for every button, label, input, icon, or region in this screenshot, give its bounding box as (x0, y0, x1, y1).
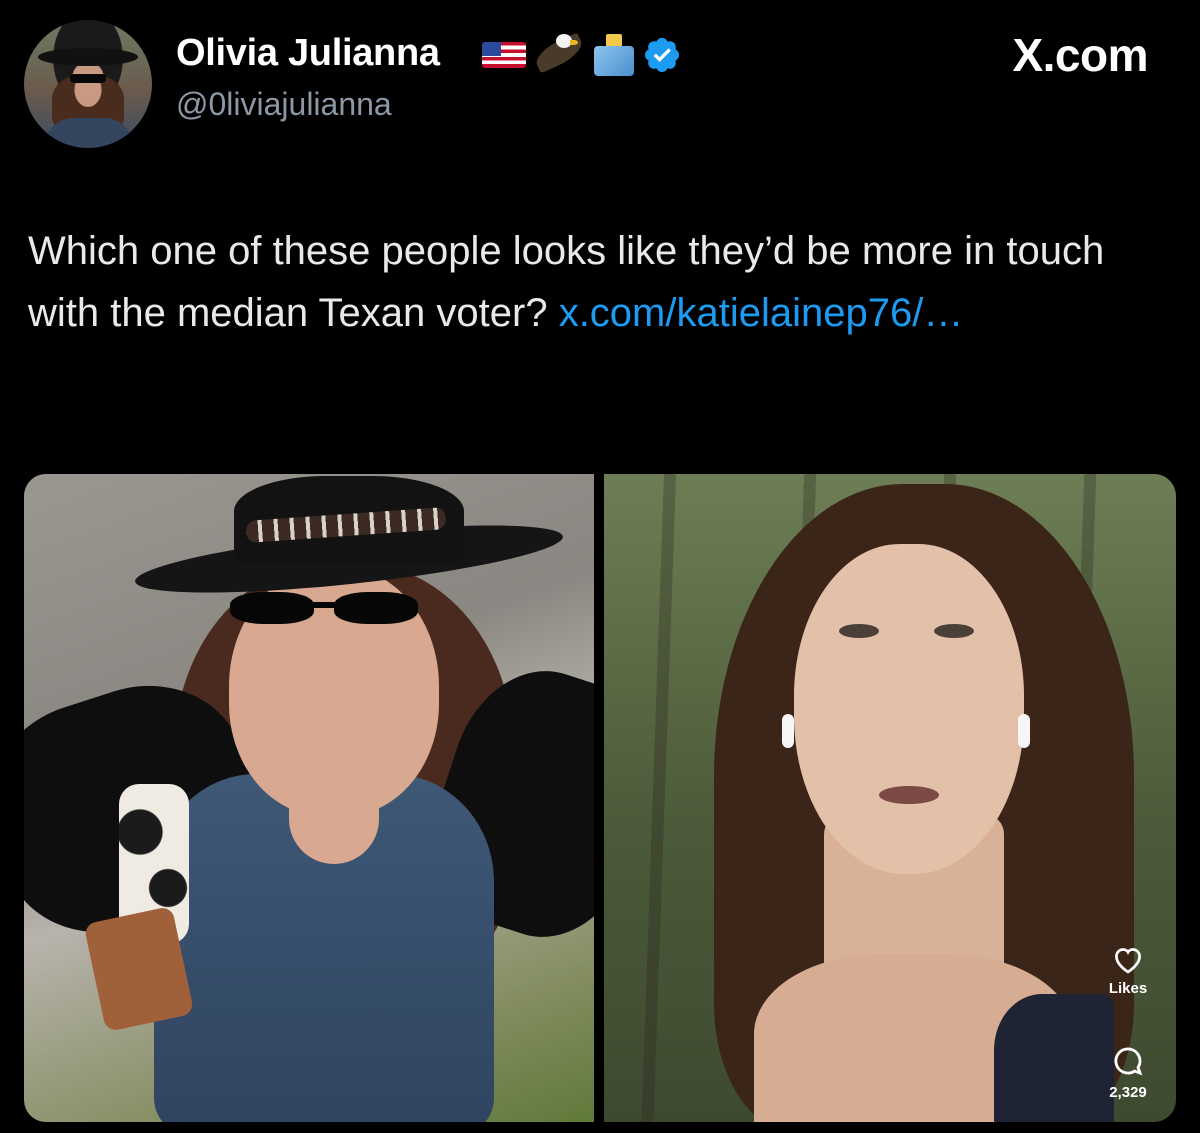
name-emojis (482, 32, 682, 78)
avatar[interactable] (24, 20, 152, 148)
verified-badge-icon (644, 37, 680, 73)
media-grid[interactable]: Likes 2,329 (24, 474, 1176, 1122)
right-photo[interactable]: Likes 2,329 (604, 474, 1176, 1122)
likes-button[interactable]: Likes (1098, 944, 1158, 997)
brand-watermark: X.com (1012, 29, 1148, 81)
display-name[interactable]: Olivia Julianna (176, 32, 440, 75)
tweet-screenshot: Olivia Julianna @0liviajulianna X.com Wh… (0, 0, 1200, 1133)
ballot-box-icon (592, 32, 636, 78)
avatar-glasses (70, 74, 106, 83)
avatar-hat (38, 48, 138, 66)
eagle-icon (531, 32, 587, 78)
likes-label: Likes (1108, 980, 1148, 997)
comment-icon (1114, 1047, 1143, 1076)
left-photo[interactable] (24, 474, 594, 1122)
tweet-text: Which one of these people looks like the… (28, 220, 1178, 344)
comments-count: 2,329 (1109, 1084, 1147, 1101)
heart-icon (1115, 948, 1141, 974)
comments-button[interactable]: 2,329 (1098, 1044, 1158, 1101)
tweet-link[interactable]: x.com/katielainep76/… (559, 291, 964, 335)
flag-us-icon (482, 42, 526, 68)
user-handle[interactable]: @0liviajulianna (176, 86, 392, 123)
avatar-vest (44, 118, 134, 148)
